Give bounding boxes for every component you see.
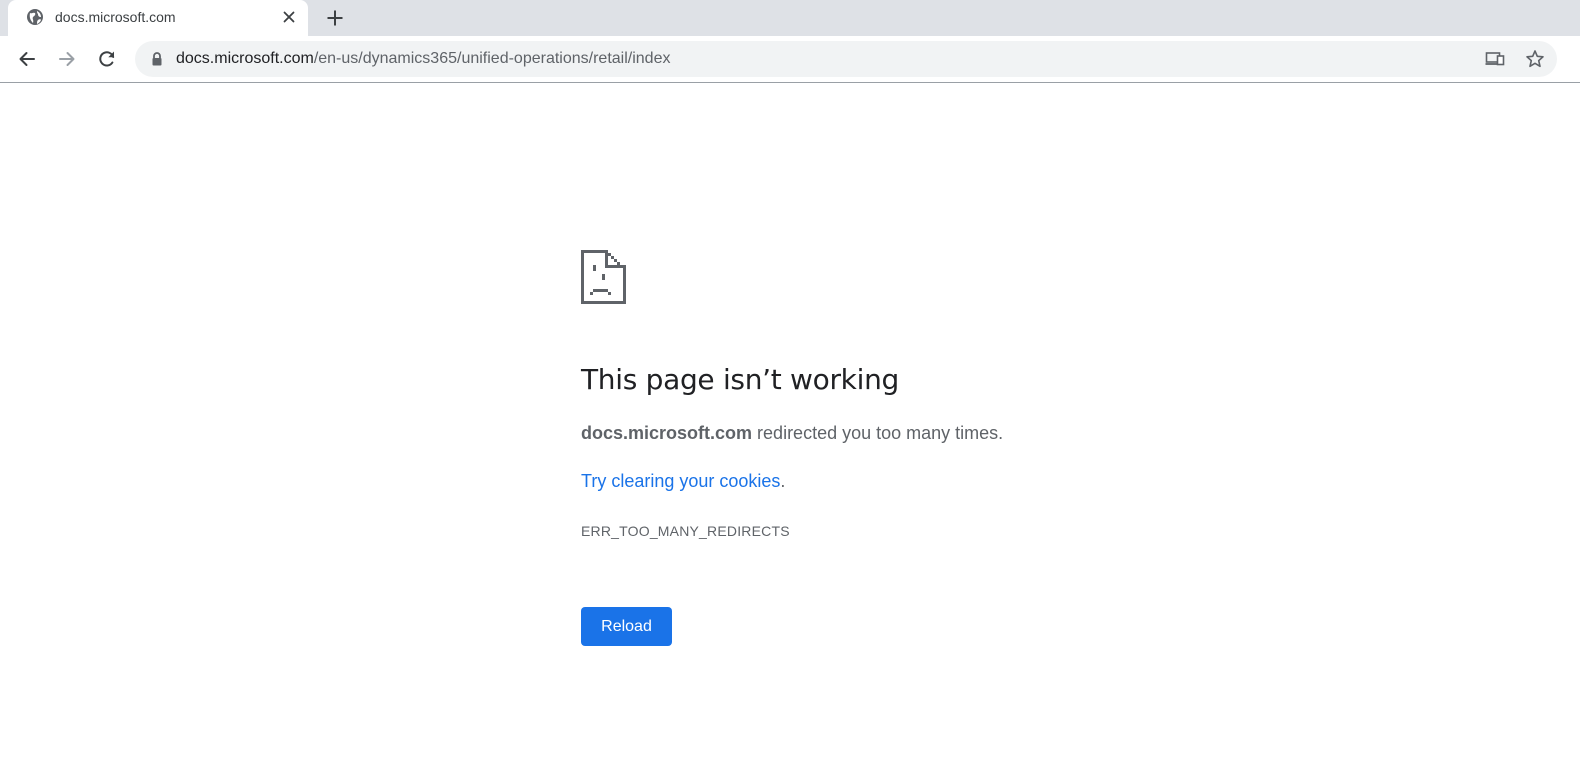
tab-title: docs.microsoft.com [55, 9, 176, 25]
devices-icon[interactable] [1485, 49, 1505, 69]
reload-page-button[interactable]: Reload [581, 607, 672, 646]
tab-strip: docs.microsoft.com [0, 0, 1580, 36]
forward-button[interactable] [55, 47, 79, 71]
star-icon[interactable] [1525, 49, 1545, 69]
reload-icon [99, 51, 115, 67]
browser-toolbar: docs.microsoft.com/en-us/dynamics365/uni… [0, 36, 1580, 83]
new-tab-button[interactable] [322, 5, 348, 31]
clear-cookies-link[interactable]: Try clearing your cookies [581, 471, 780, 491]
error-host: docs.microsoft.com [581, 423, 753, 443]
url-host: docs.microsoft.com [176, 50, 314, 67]
active-tab[interactable]: docs.microsoft.com [8, 0, 308, 36]
page-title: This page isn’t working [581, 363, 899, 396]
url-path: /en-us/dynamics365/unified-operations/re… [313, 50, 671, 67]
back-button[interactable] [15, 47, 39, 71]
sad-page-icon [581, 250, 626, 304]
reload-button[interactable] [95, 47, 119, 71]
close-icon[interactable] [280, 8, 298, 26]
suggestion-period: . [780, 471, 786, 491]
back-arrow-icon [19, 52, 35, 66]
url-text[interactable]: docs.microsoft.com/en-us/dynamics365/uni… [176, 49, 670, 69]
error-code: ERR_TOO_MANY_REDIRECTS [581, 523, 790, 539]
suggestion: Try clearing your cookies. [581, 471, 785, 492]
lock-icon[interactable] [149, 51, 165, 67]
globe-icon [26, 8, 44, 26]
forward-arrow-icon [59, 52, 75, 66]
error-message: docs.microsoft.com redirected you too ma… [581, 423, 1003, 444]
error-message-text: redirected you too many times. [752, 423, 1004, 443]
address-bar[interactable]: docs.microsoft.com/en-us/dynamics365/uni… [135, 41, 1557, 77]
